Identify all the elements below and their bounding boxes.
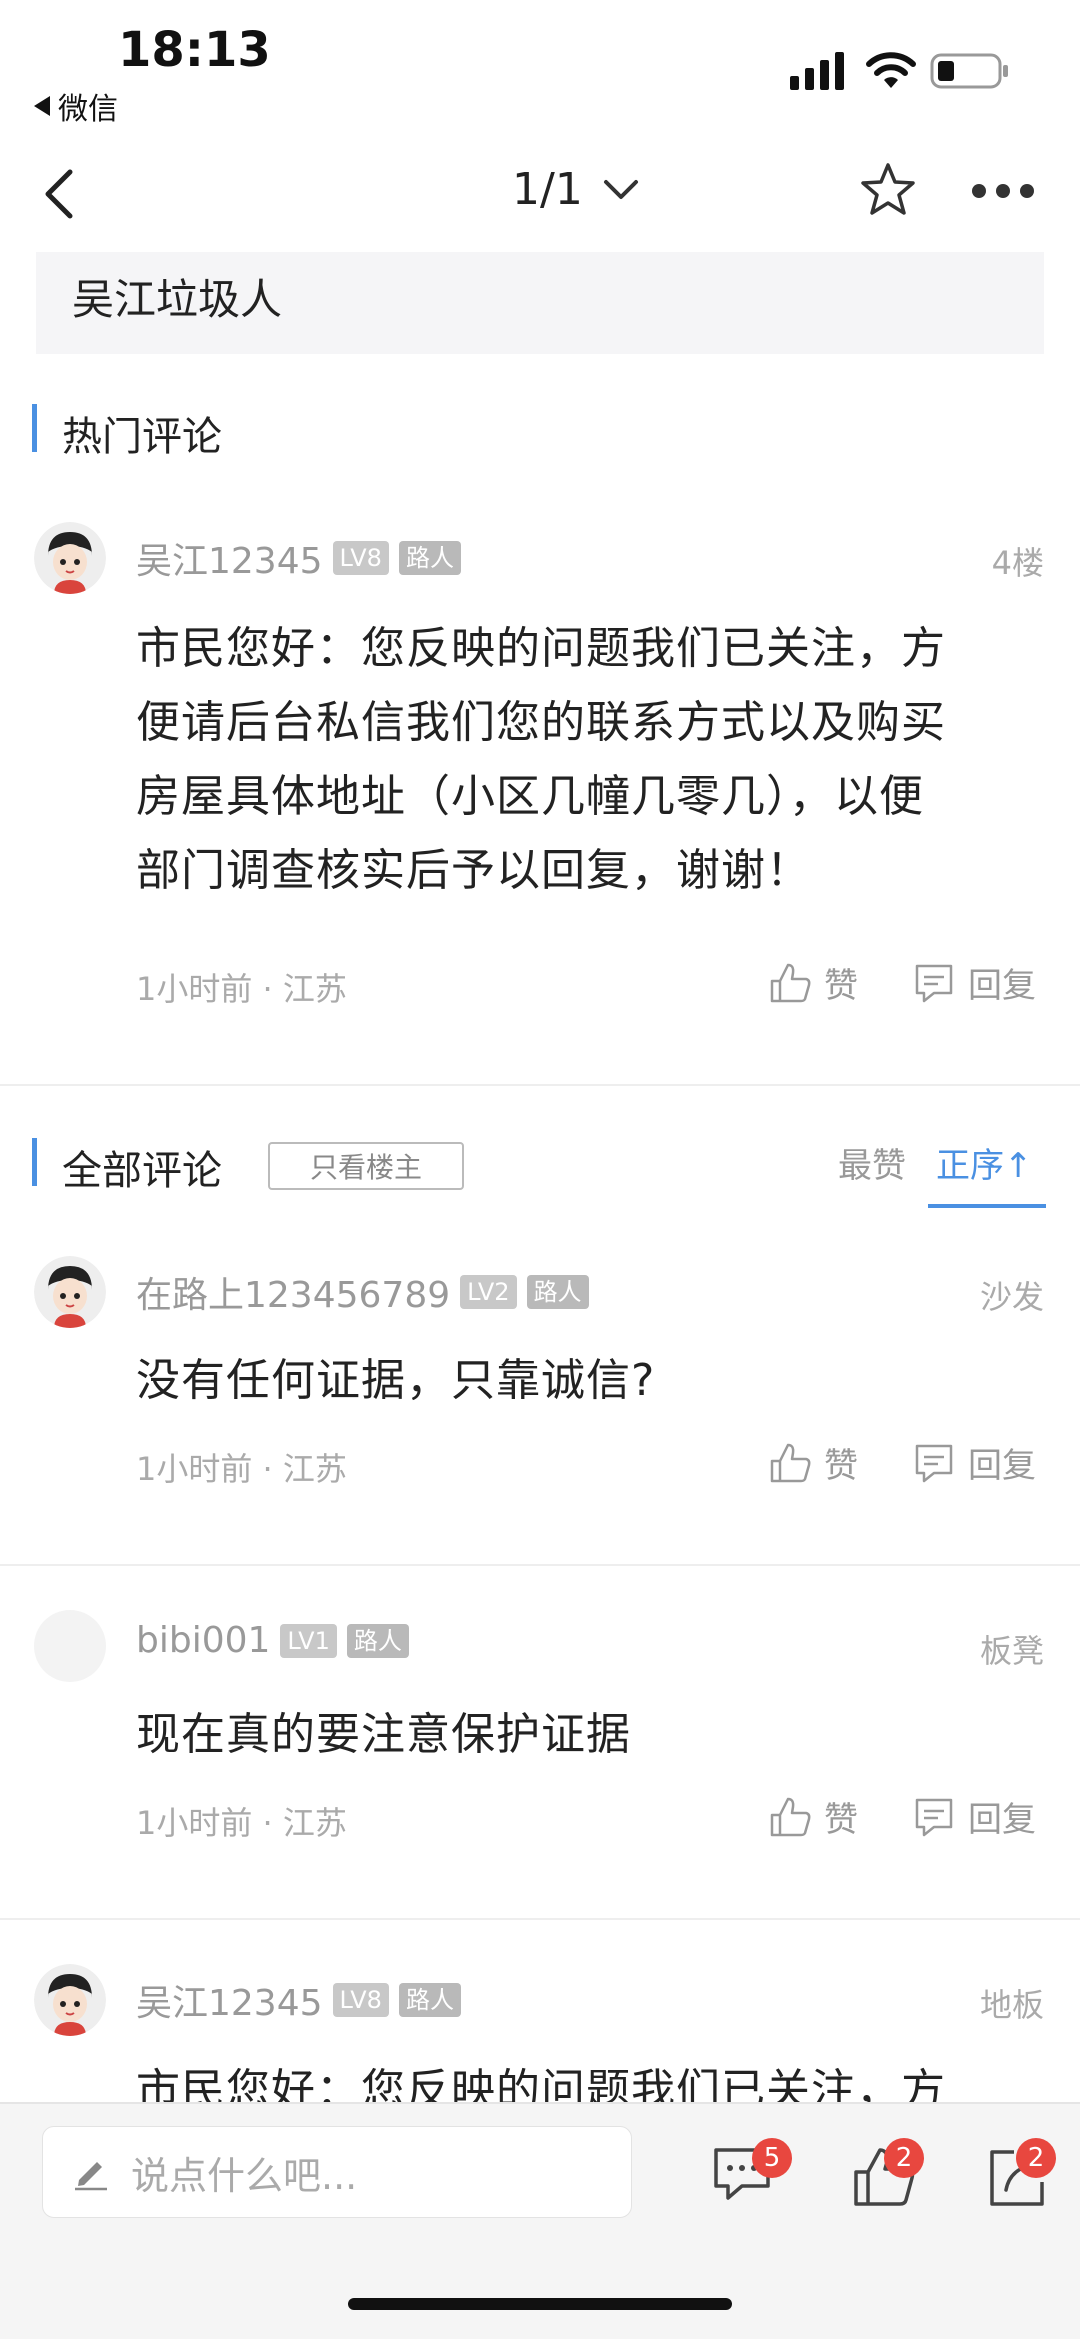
reply-button[interactable]: 回复 — [912, 1792, 1036, 1841]
back-button[interactable] — [40, 166, 80, 222]
comment-username[interactable]: 吴江12345 — [136, 532, 323, 584]
hot-comments-title: 热门评论 — [62, 414, 222, 460]
comment-count-badge: 5 — [752, 2138, 792, 2178]
user-avatar[interactable] — [34, 522, 106, 594]
role-badge: 路人 — [398, 1983, 461, 2017]
divider — [0, 1918, 1080, 1920]
like-label: 赞 — [824, 966, 858, 1006]
comment-content: 没有任何证据，只靠诚信? — [136, 1344, 1036, 1418]
reply-label: 回复 — [968, 1446, 1036, 1486]
cellular-signal-icon — [790, 52, 844, 90]
reply-bubble-icon — [915, 1798, 953, 1836]
back-triangle-icon — [34, 96, 50, 116]
thumbs-up-icon — [770, 963, 811, 1002]
pencil-icon — [75, 2162, 107, 2191]
user-avatar[interactable] — [34, 1964, 106, 2036]
hot-comment-item: 吴江12345 LV8 路人 4楼 市民您好：您反映的问题我们已关注，方 便请后… — [0, 510, 1080, 1070]
section-accent-bar — [32, 1138, 37, 1186]
page-selector[interactable]: 1/1 — [512, 164, 639, 215]
status-time: 18:13 — [118, 22, 271, 78]
like-button[interactable]: 赞 — [768, 958, 858, 1007]
page-indicator: 1/1 — [512, 164, 583, 215]
sort-by-likes-tab[interactable]: 最赞 — [838, 1138, 906, 1187]
comment-item: 吴江12345 LV8 路人 地板 市民您好：您反映的问题我们已关注，方 — [0, 1952, 1080, 2102]
wifi-icon — [866, 52, 916, 88]
role-badge: 路人 — [526, 1275, 589, 1309]
comment-line: 便请后台私信我们您的联系方式以及购买 — [136, 697, 946, 748]
comment-line: 部门调查核实后予以回复，谢谢！ — [136, 845, 811, 896]
reply-bubble-icon — [915, 964, 953, 1002]
floor-label: 沙发 — [979, 1278, 1044, 1316]
like-count-badge: 2 — [884, 2138, 924, 2178]
thumbs-up-icon — [770, 1797, 811, 1836]
post-tail-text: 吴江垃圾人 — [72, 275, 283, 324]
reply-button[interactable]: 回复 — [912, 958, 1036, 1007]
comment-line: 没有任何证据，只靠诚信? — [136, 1355, 656, 1406]
back-to-app-link[interactable]: 微信 — [34, 84, 118, 128]
comment-item: 在路上123456789 LV2 路人 沙发 没有任何证据，只靠诚信? 1小时前… — [0, 1244, 1080, 1534]
all-comments-title: 全部评论 — [62, 1148, 222, 1194]
comment-username[interactable]: 吴江12345 — [136, 1974, 323, 2026]
battery-icon — [930, 53, 1008, 89]
comment-line: 现在真的要注意保护证据 — [136, 1709, 631, 1760]
more-options-button[interactable] — [970, 180, 1036, 202]
reply-bubble-icon — [915, 1444, 953, 1482]
role-badge: 路人 — [346, 1623, 409, 1658]
comment-content: 现在真的要注意保护证据 — [136, 1698, 1036, 1772]
divider — [0, 1084, 1080, 1086]
share-count-badge: 2 — [1016, 2138, 1056, 2178]
comment-username[interactable]: 在路上123456789 — [136, 1266, 450, 1318]
comment-username[interactable]: bibi001 — [136, 1620, 270, 1661]
owner-only-filter-button[interactable]: 只看楼主 — [268, 1142, 464, 1190]
user-avatar[interactable] — [34, 1256, 106, 1328]
comment-line: 市民您好：您反映的问题我们已关注，方 — [136, 2065, 946, 2102]
like-label: 赞 — [824, 1446, 858, 1486]
comment-content: 市民您好：您反映的问题我们已关注，方 — [136, 2054, 1036, 2102]
comment-meta: 1小时前 · 江苏 — [136, 1804, 347, 1842]
section-accent-bar — [32, 404, 37, 452]
comment-line: 市民您好：您反映的问题我们已关注，方 — [136, 623, 946, 674]
reply-label: 回复 — [968, 966, 1036, 1006]
divider — [0, 1564, 1080, 1566]
comment-item: bibi001 LV1 路人 板凳 现在真的要注意保护证据 1小时前 · 江苏 … — [0, 1598, 1080, 1888]
like-label: 赞 — [824, 1800, 858, 1840]
post-content-tail: 吴江垃圾人 — [36, 252, 1044, 354]
thumbs-up-icon — [770, 1443, 811, 1482]
reply-label: 回复 — [968, 1800, 1036, 1840]
comment-meta: 1小时前 · 江苏 — [136, 970, 347, 1008]
comment-input-placeholder: 说点什么吧... — [131, 2153, 358, 2198]
floor-label: 地板 — [979, 1986, 1044, 2024]
level-badge: LV8 — [332, 541, 389, 575]
active-tab-underline — [928, 1204, 1046, 1208]
reply-button[interactable]: 回复 — [912, 1438, 1036, 1487]
back-app-label: 微信 — [58, 92, 118, 127]
comment-meta: 1小时前 · 江苏 — [136, 1450, 347, 1488]
comment-line: 房屋具体地址（小区几幢几零几），以便 — [136, 771, 924, 822]
like-button[interactable]: 赞 — [768, 1438, 858, 1487]
like-button[interactable]: 赞 — [768, 1792, 858, 1841]
level-badge: LV8 — [332, 1983, 389, 2017]
level-badge: LV2 — [460, 1275, 517, 1309]
floor-label: 4楼 — [991, 544, 1044, 582]
comment-content: 市民您好：您反映的问题我们已关注，方 便请后台私信我们您的联系方式以及购买 房屋… — [136, 612, 1036, 908]
favorite-star-button[interactable] — [858, 160, 918, 220]
sort-ascending-tab[interactable]: 正序↑ — [936, 1138, 1033, 1187]
level-badge: LV1 — [280, 1623, 337, 1658]
role-badge: 路人 — [398, 541, 461, 575]
comment-input[interactable]: 说点什么吧... — [42, 2126, 632, 2218]
chevron-down-icon — [603, 179, 638, 199]
user-avatar[interactable] — [34, 1610, 106, 1682]
floor-label: 板凳 — [979, 1632, 1044, 1670]
home-indicator — [348, 2298, 732, 2310]
